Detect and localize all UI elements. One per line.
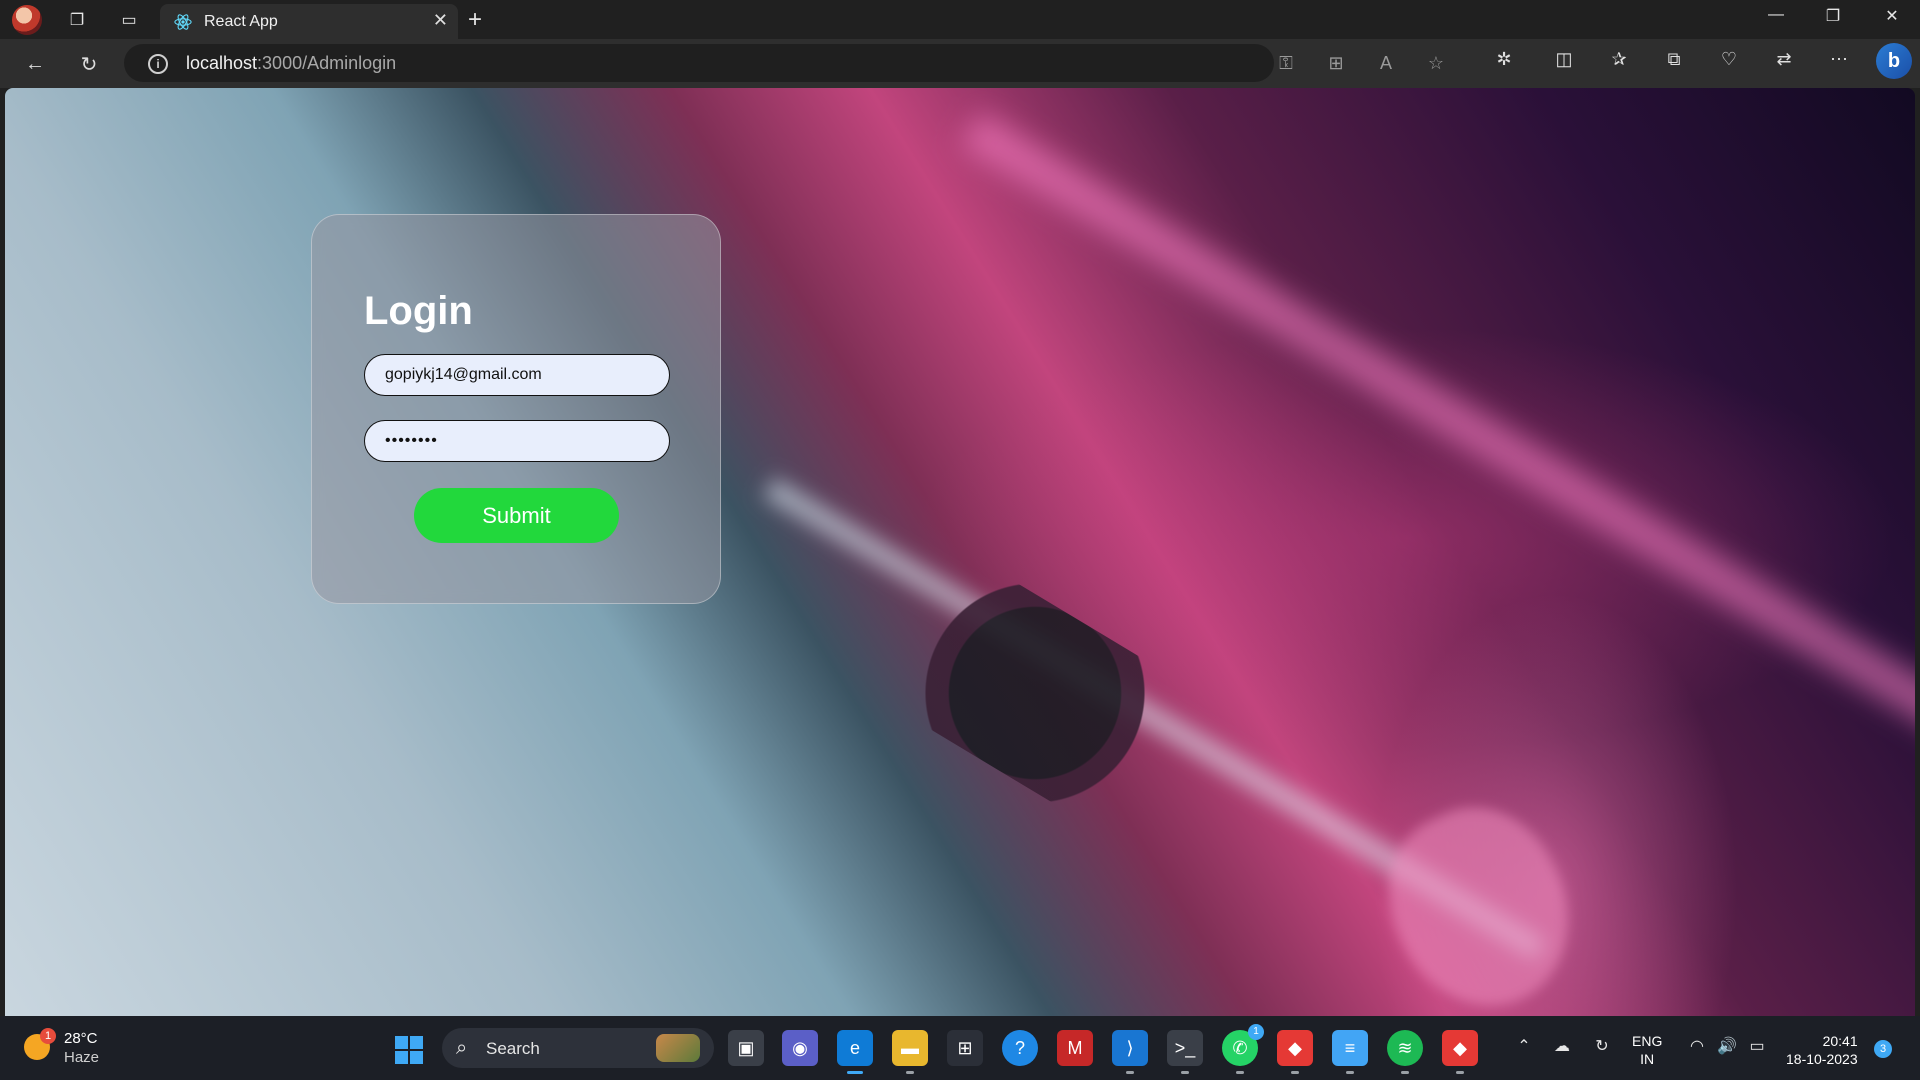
- share-icon[interactable]: ⇄: [1770, 49, 1798, 70]
- get-help-icon[interactable]: ?: [1002, 1030, 1038, 1066]
- close-window-icon[interactable]: ✕: [1872, 6, 1912, 26]
- system-clock[interactable]: 20:41 18-10-2023: [1786, 1032, 1858, 1068]
- vertical-tabs-icon[interactable]: ▭: [115, 6, 143, 34]
- restore-icon[interactable]: ❐: [1813, 6, 1853, 26]
- git-icon[interactable]: ◆: [1277, 1030, 1313, 1074]
- windows-taskbar: 1 28°C Haze ⌕ Search ▣ ◉ e ▬ ⊞ ? M ⟩ >_ …: [0, 1016, 1920, 1080]
- sync-icon[interactable]: ↻: [1590, 1036, 1614, 1056]
- search-label: Search: [486, 1039, 540, 1058]
- url-host: localhost: [186, 53, 258, 73]
- apple-logo-background: [1360, 781, 1600, 1016]
- spotify-icon[interactable]: ≋: [1387, 1030, 1423, 1074]
- favorite-star-icon[interactable]: ☆: [1424, 53, 1448, 74]
- search-highlight-image: [656, 1034, 700, 1062]
- minimize-icon[interactable]: —: [1756, 6, 1796, 24]
- taskbar-search[interactable]: ⌕ Search: [442, 1028, 714, 1068]
- onedrive-icon[interactable]: ☁: [1550, 1036, 1574, 1056]
- notification-count[interactable]: 3: [1874, 1040, 1892, 1058]
- browser-nav-bar: ← ↻ i localhost:3000/Adminlogin ⚿ ⊞ A ☆ …: [0, 39, 1920, 88]
- teams-chat-icon[interactable]: ◉: [782, 1030, 818, 1066]
- profile-avatar[interactable]: [12, 5, 42, 35]
- login-card: Login Submit: [311, 214, 721, 604]
- extensions-icon[interactable]: ✲: [1490, 49, 1518, 70]
- edge-browser-icon[interactable]: e: [837, 1030, 873, 1074]
- language-indicator[interactable]: ENG IN: [1632, 1032, 1662, 1068]
- password-field[interactable]: [364, 420, 670, 462]
- notepad-icon[interactable]: ≡: [1332, 1030, 1368, 1074]
- read-aloud-icon[interactable]: A: [1374, 53, 1398, 74]
- tab-title: React App: [204, 13, 278, 30]
- git-bash-icon[interactable]: ◆: [1442, 1030, 1478, 1074]
- whatsapp-badge: 1: [1248, 1024, 1264, 1040]
- page-viewport: Login Submit: [5, 88, 1915, 1016]
- address-bar[interactable]: i localhost:3000/Adminlogin ⚿ ⊞ A ☆: [124, 44, 1444, 82]
- vscode-icon[interactable]: ⟩: [1112, 1030, 1148, 1074]
- file-explorer-icon[interactable]: ▬: [892, 1030, 928, 1074]
- clock-date: 18-10-2023: [1786, 1051, 1858, 1067]
- weather-condition: Haze: [64, 1049, 100, 1066]
- key-icon[interactable]: ⚿: [1274, 53, 1298, 74]
- submit-button[interactable]: Submit: [414, 488, 619, 543]
- collections-icon[interactable]: ⧉: [1660, 49, 1688, 70]
- tab-react-app[interactable]: React App ✕: [160, 4, 458, 39]
- search-icon: ⌕: [456, 1037, 468, 1059]
- new-tab-button[interactable]: +: [468, 6, 482, 34]
- more-options-icon[interactable]: ⋯: [1825, 49, 1853, 70]
- weather-badge: 1: [40, 1028, 56, 1044]
- mcafee-icon[interactable]: M: [1057, 1030, 1093, 1066]
- microsoft-store-icon[interactable]: ⊞: [947, 1030, 983, 1066]
- weather-widget[interactable]: 1 28°C Haze: [20, 1028, 130, 1068]
- windows-start-icon[interactable]: [395, 1036, 423, 1064]
- battery-icon[interactable]: ▭: [1745, 1036, 1769, 1056]
- split-screen-icon[interactable]: ◫: [1550, 49, 1578, 70]
- site-info-icon[interactable]: i: [148, 54, 168, 74]
- whatsapp-icon[interactable]: ✆ 1: [1222, 1024, 1264, 1074]
- workspaces-icon[interactable]: ❐: [63, 6, 91, 34]
- browser-tab-bar: ❐ ▭ React App ✕ + — ❐ ✕: [0, 0, 1920, 39]
- email-field[interactable]: [364, 354, 670, 396]
- favorites-icon[interactable]: ✰: [1605, 49, 1633, 70]
- terminal-icon[interactable]: >_: [1167, 1030, 1203, 1074]
- bing-copilot-icon[interactable]: b: [1876, 43, 1912, 79]
- app-available-icon[interactable]: ⊞: [1324, 53, 1348, 74]
- task-view-icon[interactable]: ▣: [728, 1030, 764, 1066]
- refresh-icon[interactable]: ↻: [74, 49, 104, 79]
- url-path: :3000/Adminlogin: [257, 53, 397, 73]
- back-arrow-icon[interactable]: ←: [20, 49, 50, 79]
- volume-icon[interactable]: 🔊: [1715, 1036, 1739, 1056]
- weather-temperature: 28°C: [64, 1030, 98, 1047]
- react-logo-icon: [174, 14, 192, 30]
- wifi-icon[interactable]: ◠: [1685, 1036, 1709, 1056]
- browser-essentials-icon[interactable]: ♡: [1715, 49, 1743, 70]
- chevron-up-icon[interactable]: ⌃: [1512, 1036, 1536, 1056]
- clock-time: 20:41: [1822, 1033, 1858, 1049]
- login-title: Login: [364, 289, 473, 333]
- close-tab-icon[interactable]: ✕: [433, 10, 448, 31]
